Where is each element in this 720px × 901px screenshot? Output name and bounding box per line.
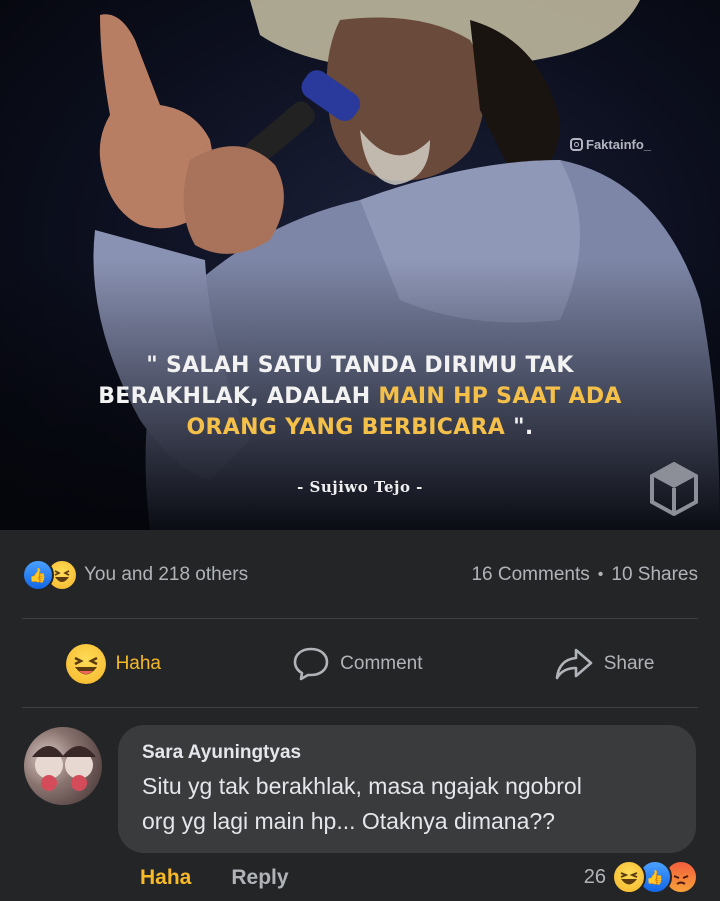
reactors-link[interactable]: 👍 You and 218 others bbox=[22, 559, 248, 591]
quote-text: " SALAH SATU TANDA DIRIMU TAK BERAKHLAK,… bbox=[98, 353, 622, 440]
cube-logo-icon bbox=[650, 462, 698, 516]
share-button-label: Share bbox=[603, 653, 655, 674]
comment-icon bbox=[293, 647, 329, 681]
shares-count-link[interactable]: 10 Shares bbox=[611, 564, 698, 586]
comments-count-link[interactable]: 16 Comments bbox=[471, 564, 589, 586]
share-button[interactable]: Share bbox=[554, 646, 655, 682]
haha-button-label: Haha bbox=[115, 653, 161, 674]
share-icon bbox=[555, 648, 593, 680]
comment-button-label: Comment bbox=[340, 653, 423, 674]
comment-haha-link[interactable]: Haha bbox=[140, 866, 191, 890]
comment-actions: Haha Reply bbox=[140, 866, 289, 890]
haha-reaction-icon bbox=[612, 860, 646, 894]
divider-top bbox=[22, 618, 698, 619]
reactions-summary: 👍 You and 218 others 16 Comments • 10 Sh… bbox=[22, 558, 698, 592]
reactions-summary-text: You and 218 others bbox=[84, 564, 249, 585]
like-reaction-icon: 👍 bbox=[22, 559, 54, 591]
comment-reactions[interactable]: 26 👍 bbox=[584, 860, 698, 894]
quote-attribution: - Sujiwo Tejo - bbox=[297, 478, 423, 496]
comment-author[interactable]: Sara Ayuningtyas bbox=[142, 741, 672, 765]
divider-bottom bbox=[22, 707, 698, 708]
comment-text: Situ yg tak berakhlak, masa ngajak ngobr… bbox=[142, 773, 582, 834]
avatar-photo bbox=[32, 746, 96, 791]
haha-icon bbox=[65, 644, 106, 684]
post-action-bar: Haha Comment Share bbox=[0, 632, 720, 696]
comment-reply-link[interactable]: Reply bbox=[231, 866, 288, 890]
comment-bubble[interactable]: Sara Ayuningtyas Situ yg tak berakhlak, … bbox=[118, 725, 696, 853]
instagram-icon bbox=[570, 138, 583, 151]
haha-button[interactable]: Haha bbox=[65, 644, 161, 684]
reaction-icons: 👍 bbox=[22, 559, 78, 591]
comment-button[interactable]: Comment bbox=[292, 646, 423, 682]
avatar[interactable] bbox=[24, 727, 102, 805]
post-image[interactable]: Faktainfo_ " SALAH SATU TANDA DIRIMU TAK… bbox=[0, 0, 720, 530]
speaker-photo bbox=[0, 0, 720, 530]
watermark: Faktainfo_ bbox=[570, 137, 651, 152]
separator-dot: • bbox=[597, 566, 604, 583]
comment-reaction-count: 26 bbox=[583, 865, 606, 888]
